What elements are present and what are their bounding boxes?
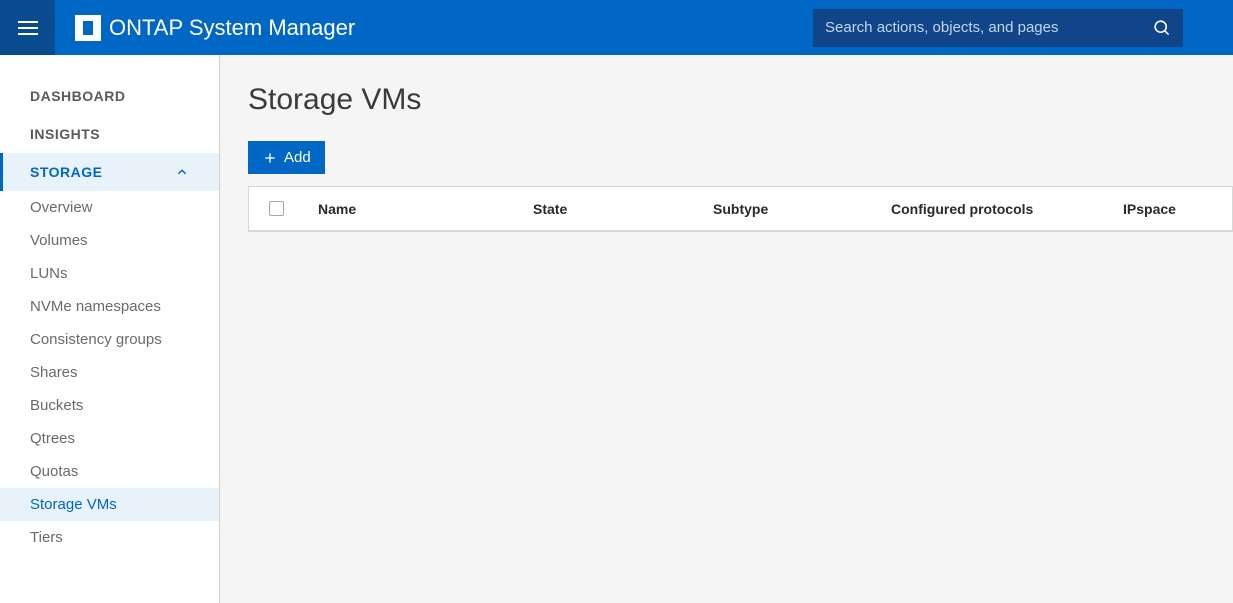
sidebar-subitem-buckets[interactable]: Buckets — [0, 389, 219, 422]
select-all-checkbox[interactable] — [269, 201, 284, 216]
search-icon — [1152, 18, 1171, 37]
search-container[interactable] — [813, 9, 1183, 47]
chevron-up-icon — [175, 165, 189, 179]
sidebar-item-insights[interactable]: INSIGHTS — [0, 115, 219, 153]
sidebar-item-dashboard[interactable]: DASHBOARD — [0, 77, 219, 115]
page-title: Storage VMs — [248, 83, 1233, 117]
storage-vms-table: Name State Subtype Configured protocols … — [248, 186, 1233, 232]
table-header-state[interactable]: State — [519, 201, 699, 217]
logo-section: ONTAP System Manager — [75, 15, 355, 41]
sidebar: DASHBOARD INSIGHTS STORAGE Overview Volu… — [0, 55, 220, 603]
table-header-checkbox-cell — [249, 201, 304, 216]
table-header-ipspace[interactable]: IPspace — [1109, 201, 1232, 217]
add-button-label: Add — [284, 149, 311, 166]
sidebar-subitem-qtrees[interactable]: Qtrees — [0, 422, 219, 455]
hamburger-icon — [18, 21, 38, 35]
table-header-protocols[interactable]: Configured protocols — [877, 201, 1109, 217]
table-header: Name State Subtype Configured protocols … — [249, 187, 1232, 231]
main-content: Storage VMs Add Name State Subtype Confi… — [220, 55, 1233, 603]
sidebar-subitem-nvme[interactable]: NVMe namespaces — [0, 290, 219, 323]
sidebar-item-storage[interactable]: STORAGE — [0, 153, 219, 191]
sidebar-subitem-tiers[interactable]: Tiers — [0, 521, 219, 554]
sidebar-item-label: STORAGE — [30, 164, 102, 180]
sidebar-subitem-quotas[interactable]: Quotas — [0, 455, 219, 488]
sidebar-subitem-luns[interactable]: LUNs — [0, 257, 219, 290]
app-header: ONTAP System Manager — [0, 0, 1233, 55]
hamburger-menu-button[interactable] — [0, 0, 55, 55]
sidebar-subitem-volumes[interactable]: Volumes — [0, 224, 219, 257]
sidebar-subitem-shares[interactable]: Shares — [0, 356, 219, 389]
sidebar-subitem-consistency[interactable]: Consistency groups — [0, 323, 219, 356]
add-button[interactable]: Add — [248, 141, 325, 174]
table-header-name[interactable]: Name — [304, 201, 519, 217]
table-header-subtype[interactable]: Subtype — [699, 201, 877, 217]
sidebar-subitem-storage-vms[interactable]: Storage VMs — [0, 488, 219, 521]
content-wrapper: DASHBOARD INSIGHTS STORAGE Overview Volu… — [0, 55, 1233, 603]
netapp-logo-icon — [75, 15, 101, 41]
search-input[interactable] — [825, 19, 1152, 36]
plus-icon — [262, 150, 278, 166]
app-title: ONTAP System Manager — [109, 15, 355, 41]
sidebar-subitem-overview[interactable]: Overview — [0, 191, 219, 224]
